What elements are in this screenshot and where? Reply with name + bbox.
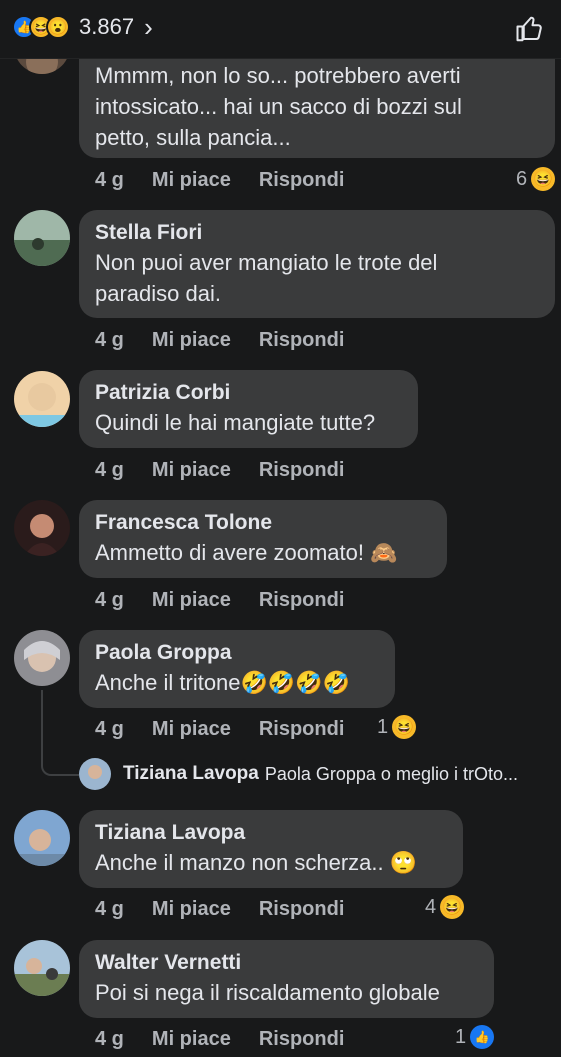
reply-link[interactable]: Rispondi <box>259 329 345 352</box>
comment-text-line: petto, sulla pancia... <box>95 125 291 150</box>
reaction-summary[interactable]: 4 😆 <box>425 895 465 919</box>
haha-icon: 😆 <box>392 715 417 739</box>
reply-preview[interactable]: Tiziana Lavopa Paola Groppa o meglio i t… <box>79 758 518 790</box>
comment-age: 4 g <box>95 589 124 611</box>
comment-age: 4 g <box>95 718 124 740</box>
comment-age: 4 g <box>95 329 124 351</box>
comment-author[interactable]: Patrizia Corbi <box>95 379 402 407</box>
comment-author[interactable]: Francesca Tolone <box>95 509 431 537</box>
reply-link[interactable]: Rispondi <box>259 898 345 921</box>
like-icon: 👍 <box>470 1025 495 1049</box>
reply-link[interactable]: Rispondi <box>259 589 345 612</box>
reaction-count: 1 <box>455 1025 467 1048</box>
comment-bubble[interactable]: Stella Fiori Non puoi aver mangiato le t… <box>79 210 555 318</box>
like-link[interactable]: Mi piace <box>152 169 231 192</box>
comment-text-line: Anche il tritone🤣🤣🤣🤣 <box>95 670 351 695</box>
chevron-right-icon: › <box>144 12 153 42</box>
comment-age: 4 g <box>95 459 124 481</box>
wow-icon: 😮 <box>46 15 70 39</box>
comment-bubble[interactable]: Paola Groppa Anche il tritone🤣🤣🤣🤣 <box>79 630 395 708</box>
avatar[interactable] <box>14 940 70 996</box>
comment-age: 4 g <box>95 898 124 920</box>
reply-link[interactable]: Rispondi <box>259 1028 345 1051</box>
like-link[interactable]: Mi piace <box>152 329 231 352</box>
like-outline-icon[interactable] <box>515 14 545 44</box>
comment-bubble[interactable]: Tiziana Lavopa Anche il manzo non scherz… <box>79 810 463 888</box>
like-link[interactable]: Mi piace <box>152 459 231 482</box>
avatar <box>79 758 111 790</box>
reaction-count: 1 <box>377 715 389 738</box>
avatar[interactable] <box>14 630 70 686</box>
reaction-count: 4 <box>425 895 437 918</box>
comment-bubble[interactable]: Patrizia Corbi Quindi le hai mangiate tu… <box>79 370 418 448</box>
reply-text: Paola Groppa o meglio i trOto... <box>264 763 518 784</box>
comment-text-line: paradiso dai. <box>95 281 221 306</box>
reply-link[interactable]: Rispondi <box>259 169 345 192</box>
comment-author[interactable]: Stella Fiori <box>95 219 539 247</box>
avatar[interactable] <box>14 810 70 866</box>
comment-age: 4 g <box>95 169 124 191</box>
comment-text-line: Anche il manzo non scherza.. 🙄 <box>95 850 418 875</box>
reactions-header: 👍 😆 😮 3.867 › <box>0 0 561 59</box>
comment-text-line: Quindi le hai mangiate tutte? <box>95 410 376 435</box>
reply-link[interactable]: Rispondi <box>259 459 345 482</box>
reaction-summary[interactable]: 6 😆 <box>516 167 556 191</box>
haha-icon: 😆 <box>440 895 465 919</box>
comment-author[interactable]: Walter Vernetti <box>95 949 478 977</box>
comment-text-line: intossicato... hai un sacco di bozzi sul <box>95 94 462 119</box>
comment-bubble[interactable]: Francesca Tolone Ammetto di avere zoomat… <box>79 500 447 578</box>
comment-bubble[interactable]: Walter Vernetti Poi si nega il riscaldam… <box>79 940 494 1018</box>
reaction-summary[interactable]: 1 😆 <box>377 715 417 739</box>
comment-text-line: Poi si nega il riscaldamento globale <box>95 980 440 1005</box>
comment-text-line: Non puoi aver mangiato le trote del <box>95 250 438 275</box>
like-link[interactable]: Mi piace <box>152 898 231 921</box>
like-link[interactable]: Mi piace <box>152 1028 231 1051</box>
avatar[interactable] <box>14 210 70 266</box>
haha-icon: 😆 <box>531 167 556 191</box>
avatar[interactable] <box>14 371 70 427</box>
reply-author: Tiziana Lavopa <box>123 763 259 784</box>
reactions-summary[interactable]: 👍 😆 😮 3.867 › <box>12 14 153 40</box>
comment-age: 4 g <box>95 1028 124 1050</box>
reply-link[interactable]: Rispondi <box>259 718 345 741</box>
like-link[interactable]: Mi piace <box>152 589 231 612</box>
reply-thread-line <box>41 690 79 776</box>
comment-text-line: Mmmm, non lo so... potrebbero averti <box>95 63 461 88</box>
reaction-count: 6 <box>516 167 528 190</box>
like-link[interactable]: Mi piace <box>152 718 231 741</box>
avatar[interactable] <box>14 500 70 556</box>
reaction-count: 3.867 <box>79 14 135 39</box>
comment-author[interactable]: Paola Groppa <box>95 639 379 667</box>
comment-text-line: Ammetto di avere zoomato! 🙈 <box>95 540 398 565</box>
comment-author[interactable]: Tiziana Lavopa <box>95 819 447 847</box>
reaction-summary[interactable]: 1 👍 <box>455 1025 495 1049</box>
